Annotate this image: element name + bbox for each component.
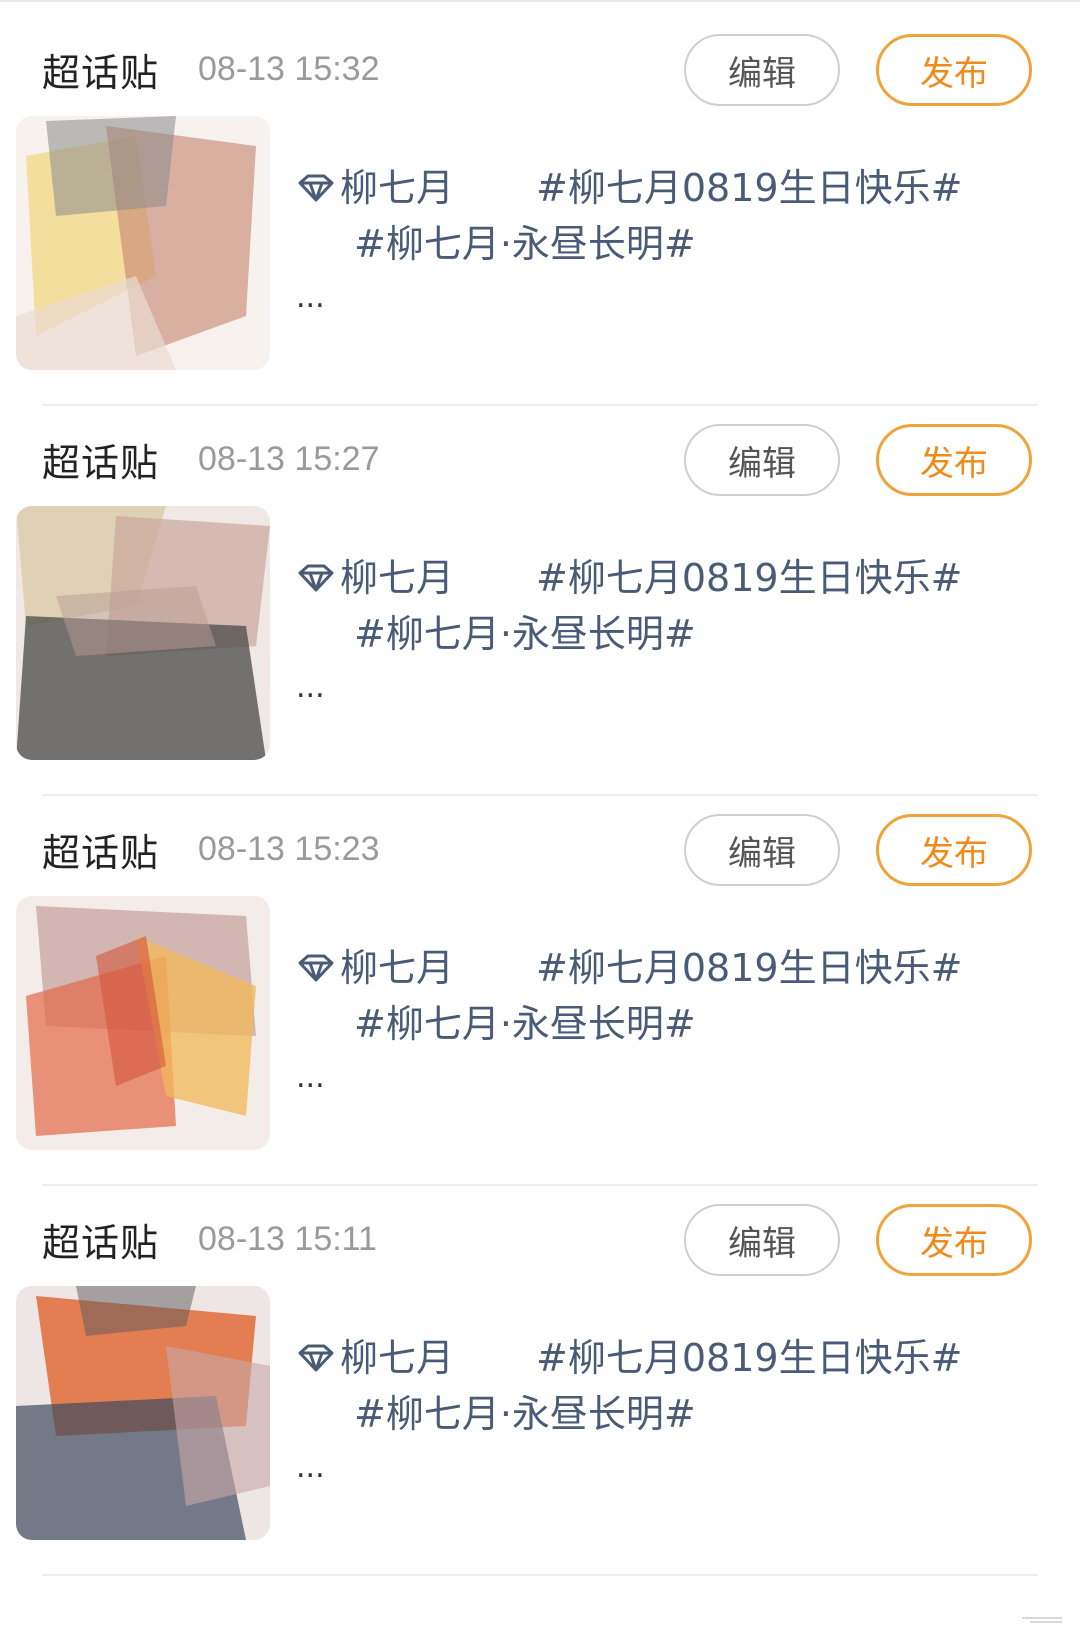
- more-indicator: ...: [296, 1450, 325, 1485]
- topic-name[interactable]: 柳七月: [340, 550, 454, 606]
- publish-button[interactable]: 发布: [876, 1204, 1032, 1276]
- more-indicator: ...: [296, 670, 325, 705]
- draft-item: 超话贴 08-13 15:11 编辑 发布 柳七月 #柳七月0819生日快乐#: [0, 1170, 1080, 1576]
- topic-name[interactable]: 柳七月: [340, 940, 454, 996]
- edit-button[interactable]: 编辑: [684, 814, 840, 886]
- hashtag-birthday[interactable]: #柳七月0819生日快乐#: [536, 940, 962, 996]
- diamond-icon: [298, 174, 334, 202]
- divider: [42, 1574, 1038, 1576]
- draft-timestamp: 08-13 15:23: [198, 830, 380, 868]
- diamond-icon: [298, 1344, 334, 1372]
- hashtag-birthday[interactable]: #柳七月0819生日快乐#: [536, 160, 962, 216]
- crescent-moon-icon: [486, 952, 518, 984]
- draft-type-label: 超话贴: [42, 831, 160, 875]
- topic-name[interactable]: 柳七月: [340, 160, 454, 216]
- crescent-moon-icon: [304, 1398, 336, 1430]
- draft-thumbnail[interactable]: [16, 896, 270, 1150]
- crescent-moon-icon: [486, 1342, 518, 1374]
- edit-button[interactable]: 编辑: [684, 424, 840, 496]
- crescent-moon-icon: [304, 228, 336, 260]
- more-indicator: ...: [296, 1060, 325, 1095]
- topic-name[interactable]: 柳七月: [340, 1330, 454, 1386]
- publish-button[interactable]: 发布: [876, 424, 1032, 496]
- draft-item: 超话贴 08-13 15:32 编辑 发布 柳七月 #柳七月0819生日快乐#: [0, 0, 1080, 406]
- edit-button[interactable]: 编辑: [684, 34, 840, 106]
- publish-button[interactable]: 发布: [876, 34, 1032, 106]
- draft-content[interactable]: 柳七月 #柳七月0819生日快乐# #柳七月·永昼长明# ...: [296, 160, 1036, 318]
- draft-item: 超话贴 08-13 15:23 编辑 发布 柳七月 #柳七月0819生日快乐#: [0, 780, 1080, 1186]
- draft-thumbnail[interactable]: [16, 506, 270, 760]
- draft-timestamp: 08-13 15:27: [198, 440, 380, 478]
- draft-content[interactable]: 柳七月 #柳七月0819生日快乐# #柳七月·永昼长明# ...: [296, 1330, 1036, 1488]
- more-indicator: ...: [296, 280, 325, 315]
- crescent-moon-icon: [486, 172, 518, 204]
- hashtag-birthday[interactable]: #柳七月0819生日快乐#: [536, 1330, 962, 1386]
- draft-timestamp: 08-13 15:11: [198, 1220, 377, 1258]
- draft-item: 超话贴 08-13 15:27 编辑 发布 柳七月 #柳七月0819生日快乐#: [0, 390, 1080, 796]
- hashtag-eternal-day[interactable]: #柳七月·永昼长明#: [354, 216, 696, 272]
- crescent-moon-icon: [304, 618, 336, 650]
- draft-type-label: 超话贴: [42, 51, 160, 95]
- diamond-icon: [298, 564, 334, 592]
- draft-timestamp: 08-13 15:32: [198, 50, 380, 88]
- watermark-lines-icon: [1022, 1617, 1062, 1623]
- publish-button[interactable]: 发布: [876, 814, 1032, 886]
- draft-content[interactable]: 柳七月 #柳七月0819生日快乐# #柳七月·永昼长明# ...: [296, 940, 1036, 1098]
- draft-thumbnail[interactable]: [16, 116, 270, 370]
- diamond-icon: [298, 954, 334, 982]
- draft-type-label: 超话贴: [42, 441, 160, 485]
- hashtag-eternal-day[interactable]: #柳七月·永昼长明#: [354, 1386, 696, 1442]
- edit-button[interactable]: 编辑: [684, 1204, 840, 1276]
- draft-type-label: 超话贴: [42, 1221, 160, 1265]
- draft-content[interactable]: 柳七月 #柳七月0819生日快乐# #柳七月·永昼长明# ...: [296, 550, 1036, 708]
- draft-thumbnail[interactable]: [16, 1286, 270, 1540]
- crescent-moon-icon: [486, 562, 518, 594]
- crescent-moon-icon: [304, 1008, 336, 1040]
- hashtag-birthday[interactable]: #柳七月0819生日快乐#: [536, 550, 962, 606]
- hashtag-eternal-day[interactable]: #柳七月·永昼长明#: [354, 996, 696, 1052]
- hashtag-eternal-day[interactable]: #柳七月·永昼长明#: [354, 606, 696, 662]
